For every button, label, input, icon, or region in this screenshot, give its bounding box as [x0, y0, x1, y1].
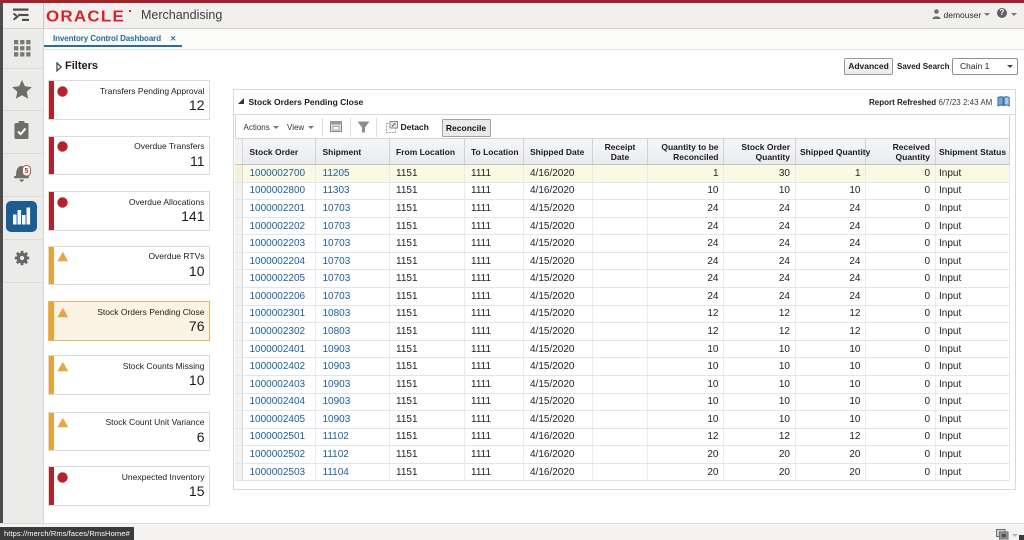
- svg-text:5: 5: [25, 168, 29, 175]
